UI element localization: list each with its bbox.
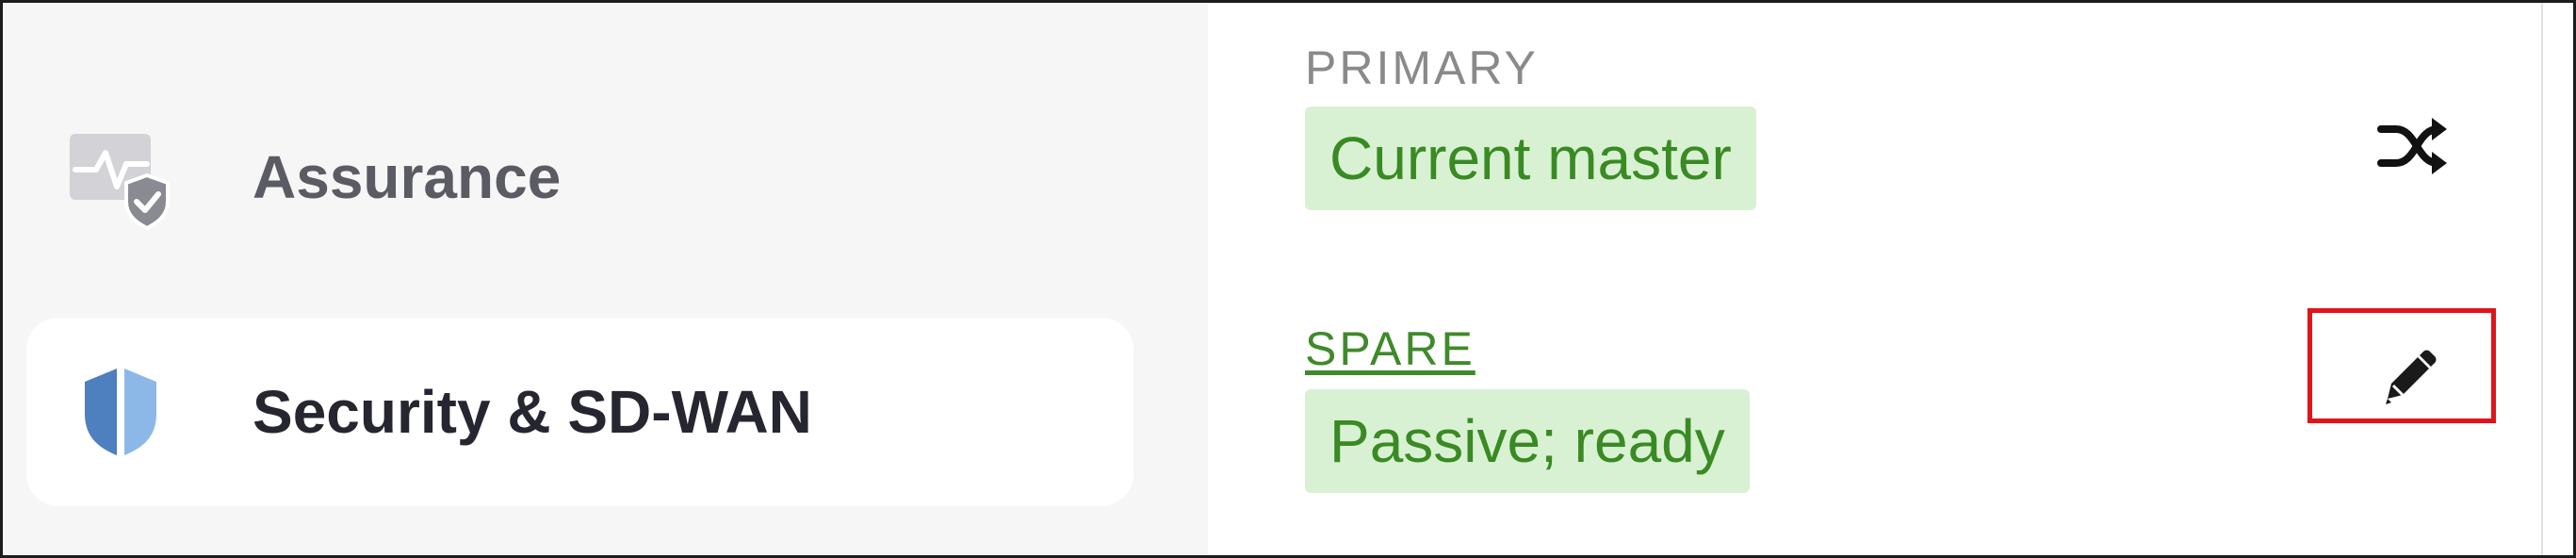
divider bbox=[2541, 3, 2543, 555]
pencil-icon bbox=[2386, 350, 2437, 404]
swap-roles-button[interactable] bbox=[2359, 94, 2463, 198]
primary-role-label: PRIMARY bbox=[1305, 41, 1539, 94]
sidebar: Assurance Security & SD-WAN bbox=[3, 3, 1208, 555]
shuffle-icon bbox=[2377, 118, 2447, 174]
monitor-shield-icon bbox=[70, 134, 170, 231]
sidebar-item-security-sd-wan[interactable]: Security & SD-WAN bbox=[26, 318, 1133, 506]
appliance-status-panel: PRIMARY Current master SPARE Passive; re… bbox=[1208, 3, 2573, 555]
edit-button[interactable] bbox=[2356, 327, 2459, 431]
primary-status-badge: Current master bbox=[1305, 107, 1756, 210]
sidebar-item-label: Security & SD-WAN bbox=[253, 378, 812, 446]
spare-role-link[interactable]: SPARE bbox=[1305, 321, 1475, 376]
spare-status-badge: Passive; ready bbox=[1305, 389, 1750, 493]
sidebar-item-label: Assurance bbox=[253, 143, 562, 211]
shield-icon bbox=[85, 369, 156, 455]
sidebar-item-assurance[interactable]: Assurance bbox=[26, 83, 1133, 271]
screenshot-frame: Assurance Security & SD-WAN PRIMARY Curr… bbox=[0, 0, 2576, 558]
